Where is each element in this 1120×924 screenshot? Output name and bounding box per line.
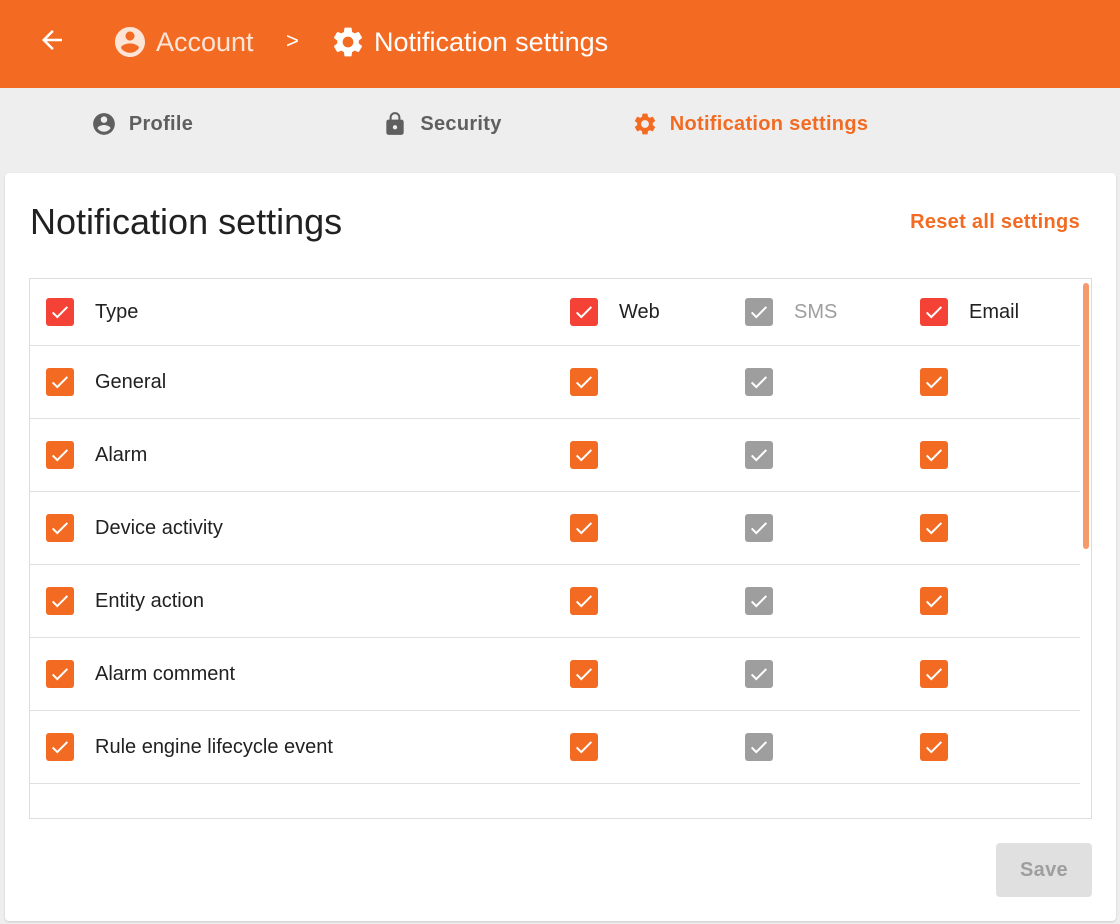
tab-profile-label: Profile	[128, 112, 194, 135]
tab-notification-settings[interactable]: Notification settings	[592, 88, 908, 160]
web-checkbox[interactable]	[570, 368, 598, 396]
breadcrumb-account[interactable]: Account	[112, 22, 254, 62]
check-icon	[750, 668, 768, 681]
breadcrumb-current: Notification settings	[330, 22, 608, 62]
table-row: Entity action	[30, 565, 1080, 638]
email-checkbox[interactable]	[920, 660, 948, 688]
check-icon	[925, 741, 943, 754]
check-icon	[51, 306, 69, 319]
sms-checkbox	[745, 441, 773, 469]
email-checkbox[interactable]	[920, 441, 948, 469]
notification-table: Type Web SMS Email General Alarm Device …	[29, 278, 1092, 819]
table-row: Rule engine lifecycle event	[30, 711, 1080, 784]
web-checkbox[interactable]	[570, 660, 598, 688]
check-icon	[575, 522, 593, 535]
arrow-back-icon	[42, 30, 62, 50]
save-button[interactable]: Save	[996, 843, 1092, 897]
check-icon	[925, 376, 943, 389]
check-icon	[51, 595, 69, 608]
select-all-web-checkbox[interactable]	[570, 298, 598, 326]
check-icon	[51, 449, 69, 462]
check-icon	[750, 376, 768, 389]
check-icon	[750, 741, 768, 754]
lock-icon	[386, 112, 404, 135]
account-circle-icon	[115, 27, 145, 57]
row-label: Alarm	[95, 443, 148, 466]
table-scrollbar[interactable]	[1083, 283, 1089, 549]
breadcrumb-separator: >	[286, 28, 299, 53]
check-icon	[51, 522, 69, 535]
column-header-type: Type	[95, 300, 139, 323]
check-icon	[575, 376, 593, 389]
table-row: General	[30, 346, 1080, 419]
sms-checkbox	[745, 587, 773, 615]
email-checkbox[interactable]	[920, 368, 948, 396]
select-all-sms-checkbox	[745, 298, 773, 326]
gear-icon	[634, 113, 655, 135]
column-header-web: Web	[619, 300, 660, 323]
check-icon	[925, 668, 943, 681]
breadcrumb-account-label: Account	[156, 26, 254, 57]
row-label: Rule engine lifecycle event	[95, 735, 333, 758]
sms-checkbox	[745, 733, 773, 761]
tab-security[interactable]: Security	[300, 88, 584, 160]
web-checkbox[interactable]	[570, 587, 598, 615]
email-checkbox[interactable]	[920, 587, 948, 615]
table-row: Device activity	[30, 492, 1080, 565]
type-checkbox[interactable]	[46, 368, 74, 396]
column-header-sms: SMS	[794, 300, 838, 323]
check-icon	[575, 306, 593, 319]
sms-checkbox	[745, 514, 773, 542]
gear-icon	[333, 27, 363, 57]
web-checkbox[interactable]	[570, 733, 598, 761]
table-header-row: Type Web SMS Email	[30, 279, 1080, 346]
account-circle-icon	[92, 113, 115, 135]
check-icon	[575, 449, 593, 462]
top-app-bar: Account > Notification settings	[0, 0, 1120, 88]
web-checkbox[interactable]	[570, 514, 598, 542]
check-icon	[575, 741, 593, 754]
tab-notification-settings-label: Notification settings	[669, 112, 869, 135]
email-checkbox[interactable]	[920, 514, 948, 542]
settings-card: Notification settings Reset all settings…	[5, 173, 1116, 921]
check-icon	[575, 668, 593, 681]
type-checkbox[interactable]	[46, 587, 74, 615]
check-icon	[925, 306, 943, 319]
check-icon	[750, 306, 768, 319]
back-button[interactable]	[26, 20, 78, 60]
check-icon	[925, 522, 943, 535]
check-icon	[750, 522, 768, 535]
sms-checkbox	[745, 660, 773, 688]
check-icon	[51, 668, 69, 681]
type-checkbox[interactable]	[46, 514, 74, 542]
type-checkbox[interactable]	[46, 733, 74, 761]
check-icon	[750, 595, 768, 608]
row-label: Entity action	[95, 589, 204, 612]
email-checkbox[interactable]	[920, 733, 948, 761]
table-row: Alarm	[30, 419, 1080, 492]
select-all-email-checkbox[interactable]	[920, 298, 948, 326]
type-checkbox[interactable]	[46, 441, 74, 469]
check-icon	[51, 741, 69, 754]
tab-profile[interactable]: Profile	[0, 88, 284, 160]
column-header-email: Email	[969, 300, 1020, 323]
type-checkbox[interactable]	[46, 660, 74, 688]
page-title: Notification settings	[30, 201, 343, 242]
check-icon	[575, 595, 593, 608]
tab-security-label: Security	[420, 112, 502, 135]
table-row: Alarm comment	[30, 638, 1080, 711]
sms-checkbox	[745, 368, 773, 396]
check-icon	[925, 449, 943, 462]
row-label: Alarm comment	[95, 662, 236, 685]
reset-all-settings-button[interactable]: Reset all settings	[910, 211, 1080, 234]
breadcrumb-current-label: Notification settings	[374, 26, 609, 57]
row-label: General	[95, 370, 167, 393]
check-icon	[51, 376, 69, 389]
check-icon	[925, 595, 943, 608]
tab-bar: Profile Security Notification settings	[0, 88, 1120, 248]
check-icon	[750, 449, 768, 462]
web-checkbox[interactable]	[570, 441, 598, 469]
select-all-type-checkbox[interactable]	[46, 298, 74, 326]
row-label: Device activity	[95, 516, 223, 539]
